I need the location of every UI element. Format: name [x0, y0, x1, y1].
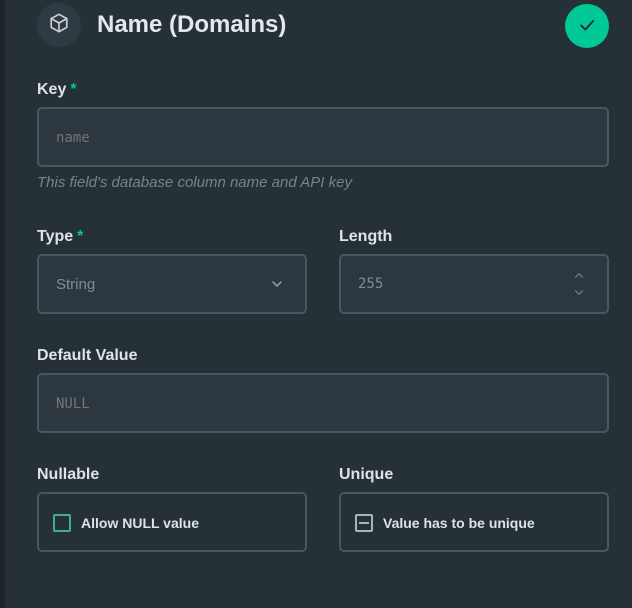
allow-null-label: Allow NULL value [81, 515, 199, 531]
type-select-value: String [56, 276, 96, 293]
required-marker: * [70, 81, 77, 98]
field-settings-panel: Name (Domains) Key* This field's databas… [0, 0, 632, 608]
chevron-up-icon[interactable] [572, 268, 586, 286]
key-hint: This field's database column name and AP… [37, 174, 352, 191]
unique-label: Unique [339, 466, 394, 483]
nullable-toggle[interactable]: Allow NULL value [37, 492, 307, 552]
chevron-down-icon [269, 276, 285, 297]
unique-checkbox-label: Value has to be unique [383, 515, 535, 531]
check-icon [577, 15, 597, 38]
page-title: Name (Domains) [97, 11, 287, 38]
length-field[interactable]: 255 [339, 254, 609, 314]
save-button[interactable] [565, 4, 609, 48]
field-type-badge [37, 3, 81, 47]
required-marker: * [77, 228, 84, 245]
nullable-label: Nullable [37, 466, 100, 483]
key-input[interactable] [56, 128, 556, 148]
unique-toggle[interactable]: Value has to be unique [339, 492, 609, 552]
panel-edge [0, 0, 5, 608]
allow-null-checkbox[interactable] [53, 514, 71, 532]
key-field[interactable] [37, 107, 609, 167]
key-label-text: Key [37, 81, 67, 98]
length-value: 255 [358, 276, 384, 292]
default-value-input[interactable] [56, 394, 556, 414]
length-label: Length [339, 228, 393, 245]
type-label: Type * [37, 228, 83, 246]
type-select[interactable]: String [37, 254, 307, 314]
chevron-down-icon[interactable] [572, 286, 586, 304]
default-value-field[interactable] [37, 373, 609, 433]
minus-icon [359, 522, 369, 524]
type-label-text: Type [37, 228, 74, 245]
box-icon [48, 12, 70, 39]
unique-checkbox[interactable] [355, 514, 373, 532]
default-value-label: Default Value [37, 347, 138, 364]
key-label: Key * [37, 81, 77, 99]
